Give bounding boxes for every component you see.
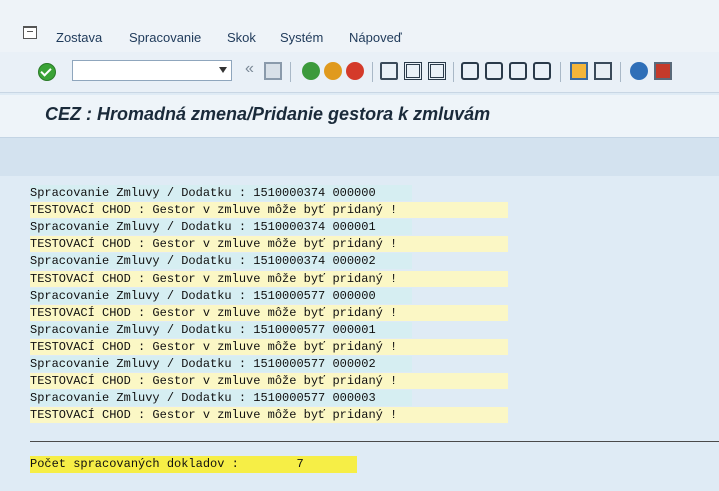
back-icon[interactable] (302, 62, 320, 80)
menu-napoved[interactable]: Nápoveď (349, 30, 402, 45)
menu-zostava[interactable]: Zostava (56, 30, 102, 45)
processing-line[interactable]: Spracovanie Zmluvy / Dodatku : 151000057… (30, 356, 412, 372)
shortcut-icon[interactable] (594, 62, 612, 80)
chevron-down-icon[interactable] (219, 67, 227, 73)
collapse-icon[interactable]: « (245, 60, 254, 78)
enter-icon[interactable] (38, 63, 56, 81)
menu-skok[interactable]: Skok (227, 30, 256, 45)
toolbar-separator (560, 62, 561, 82)
test-run-line[interactable]: TESTOVACÍ CHOD : Gestor v zmluve môže by… (30, 373, 508, 390)
customize-icon[interactable] (654, 62, 672, 80)
first-page-icon[interactable] (461, 62, 479, 80)
test-run-line[interactable]: TESTOVACÍ CHOD : Gestor v zmluve môže by… (30, 338, 508, 355)
prev-page-icon[interactable] (485, 62, 503, 80)
save-icon[interactable] (264, 62, 282, 80)
processing-line[interactable]: Spracovanie Zmluvy / Dodatku : 151000037… (30, 219, 412, 236)
processing-line[interactable]: Spracovanie Zmluvy / Dodatku : 151000057… (30, 287, 412, 304)
help-icon[interactable] (630, 62, 648, 80)
test-run-line[interactable]: TESTOVACÍ CHOD : Gestor v zmluve môže by… (30, 202, 508, 219)
toolbar-separator (290, 62, 291, 82)
find-icon[interactable] (404, 62, 422, 80)
menu-screen-icon[interactable] (23, 26, 37, 39)
test-run-line[interactable]: TESTOVACÍ CHOD : Gestor v zmluve môže by… (30, 270, 508, 287)
exit-icon[interactable] (324, 62, 342, 80)
processing-line[interactable]: Spracovanie Zmluvy / Dodatku : 151000037… (30, 185, 412, 201)
page-title: CEZ : Hromadná zmena/Pridanie gestora k … (45, 104, 491, 124)
find-next-icon[interactable] (428, 62, 446, 80)
print-icon[interactable] (380, 62, 398, 80)
test-run-line[interactable]: TESTOVACÍ CHOD : Gestor v zmluve môže by… (30, 236, 508, 253)
divider (30, 441, 719, 442)
new-session-icon[interactable] (570, 62, 588, 80)
next-page-icon[interactable] (509, 62, 527, 80)
menu-system[interactable]: Systém (280, 30, 323, 45)
summary-line: Počet spracovaných dokladov : 7 (30, 456, 357, 473)
cancel-icon[interactable] (346, 62, 364, 80)
menu-spracovanie[interactable]: Spracovanie (129, 30, 201, 45)
toolbar-separator (453, 62, 454, 82)
processing-line[interactable]: Spracovanie Zmluvy / Dodatku : 151000037… (30, 253, 412, 270)
application-toolbar (0, 137, 719, 176)
toolbar-separator (372, 62, 373, 82)
test-run-line[interactable]: TESTOVACÍ CHOD : Gestor v zmluve môže by… (30, 304, 508, 321)
processing-line[interactable]: Spracovanie Zmluvy / Dodatku : 151000057… (30, 390, 412, 407)
last-page-icon[interactable] (533, 62, 551, 80)
processing-line[interactable]: Spracovanie Zmluvy / Dodatku : 151000057… (30, 321, 412, 338)
toolbar-separator (620, 62, 621, 82)
command-field[interactable] (72, 60, 232, 81)
test-run-line[interactable]: TESTOVACÍ CHOD : Gestor v zmluve môže by… (30, 407, 508, 424)
